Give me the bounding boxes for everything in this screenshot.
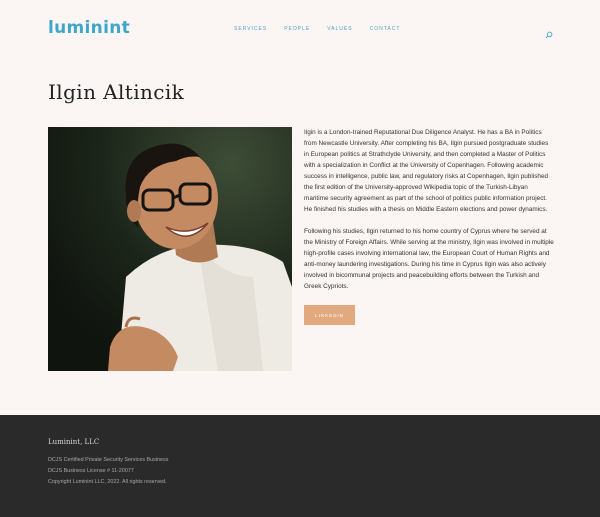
footer-certification: DCJS Certified Private Security Services… [48,457,169,463]
site-logo[interactable]: luminint [48,18,130,38]
site-footer: Luminint, LLC DCJS Certified Private Sec… [0,415,600,517]
nav-contact[interactable]: CONTACT [370,26,401,32]
site-header: luminint SERVICES PEOPLE VALUES CONTACT [0,0,600,60]
nav-people[interactable]: PEOPLE [284,26,310,32]
search-icon[interactable] [545,26,553,39]
footer-license: DCJS Business License # 11-20077 [48,468,134,474]
footer-company-name: Luminint, LLC [48,438,100,446]
main-nav: SERVICES PEOPLE VALUES CONTACT [234,26,400,32]
page-title: Ilgin Altincik [48,80,185,104]
linkedin-button[interactable]: LINKEDIN [304,305,355,325]
profile-photo [48,127,292,371]
bio-paragraph: Following his studies, Ilgin returned to… [304,228,554,290]
footer-copyright: Copyright Luminint LLC, 2022. All rights… [48,479,167,485]
nav-values[interactable]: VALUES [327,26,352,32]
profile-bio: Ilgin is a London-trained Reputational D… [304,127,554,303]
nav-services[interactable]: SERVICES [234,26,267,32]
bio-paragraph: Ilgin is a London-trained Reputational D… [304,129,549,213]
